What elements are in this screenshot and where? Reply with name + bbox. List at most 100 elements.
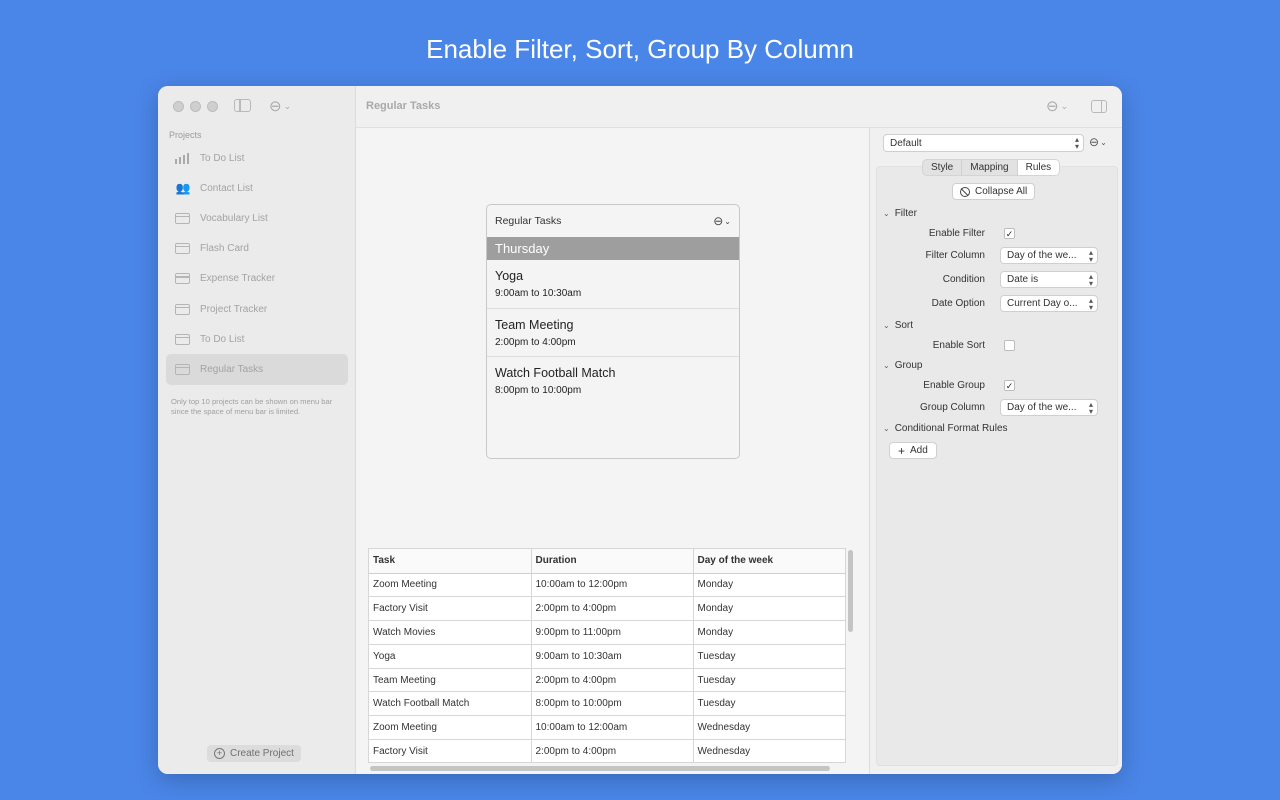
table-cell[interactable]: 10:00am to 12:00am	[531, 715, 694, 741]
table-row[interactable]: Factory Visit 2:00pm to 4:00pm Wednesday	[369, 739, 845, 762]
sidebar-item-regular-tasks[interactable]: Regular Tasks	[166, 354, 348, 385]
sidebar-item-expense-tracker[interactable]: Expense Tracker	[166, 264, 348, 294]
preview-item-time: 9:00am to 10:30am	[495, 288, 582, 299]
preview-more-menu[interactable]: ⊖ ⌄	[713, 214, 731, 228]
chevron-down-icon: ⌄	[883, 424, 890, 433]
preset-select[interactable]: Default ▴ ▾	[883, 134, 1084, 152]
table-cell[interactable]: 2:00pm to 4:00pm	[531, 668, 694, 693]
table-row[interactable]: Team Meeting 2:00pm to 4:00pm Tuesday	[369, 668, 845, 693]
sort-section-header[interactable]: ⌄ Sort	[883, 320, 913, 331]
table-vertical-scrollbar[interactable]	[848, 550, 853, 632]
table-cell[interactable]: 2:00pm to 4:00pm	[531, 739, 694, 762]
table-cell[interactable]: Watch Movies	[369, 620, 532, 645]
table-cell[interactable]: Wednesday	[693, 739, 845, 762]
collapse-icon	[960, 186, 970, 197]
table-cell[interactable]: Factory Visit	[369, 596, 532, 622]
folder-icon	[174, 303, 190, 316]
table-cell[interactable]: Tuesday	[693, 668, 845, 693]
minimize-window-button[interactable]	[190, 101, 201, 112]
zoom-window-button[interactable]	[207, 101, 218, 112]
folder-icon	[174, 272, 190, 285]
condition-label: Condition	[942, 274, 985, 285]
tab-mapping[interactable]: Mapping	[962, 160, 1018, 175]
sidebar-item-label: Contact List	[200, 182, 253, 194]
table-row[interactable]: Zoom Meeting 10:00am to 12:00am Wednesday	[369, 715, 845, 741]
table-cell[interactable]: Wednesday	[693, 715, 845, 741]
preview-item[interactable]: Yoga 9:00am to 10:30am	[487, 260, 739, 309]
table-row[interactable]: Yoga 9:00am to 10:30am Tuesday	[369, 644, 845, 669]
enable-filter-checkbox[interactable]: ✓	[1004, 228, 1015, 239]
sidebar-item-flash-card[interactable]: Flash Card	[166, 234, 348, 264]
filter-column-select[interactable]: Day of the we... ▴ ▾	[1000, 247, 1098, 264]
folder-icon	[174, 333, 190, 346]
tab-rules[interactable]: Rules	[1017, 160, 1060, 175]
table-cell[interactable]: Monday	[693, 573, 845, 598]
date-option-select[interactable]: Current Day o... ▴ ▾	[1000, 295, 1098, 312]
preview-item[interactable]: Team Meeting 2:00pm to 4:00pm	[487, 309, 739, 357]
sidebar-toggle-icon[interactable]	[234, 99, 251, 112]
table-cell[interactable]: Yoga	[369, 644, 532, 669]
inspector-toggle-icon[interactable]	[1091, 100, 1107, 113]
preset-select-value: Default	[890, 137, 922, 149]
group-column-value: Day of the we...	[1007, 402, 1077, 413]
table-cell[interactable]: Zoom Meeting	[369, 573, 532, 598]
group-section-header[interactable]: ⌄ Group	[883, 360, 923, 371]
headline: Enable Filter, Sort, Group By Column	[426, 34, 854, 64]
table-cell[interactable]: Zoom Meeting	[369, 715, 532, 741]
collapse-all-button[interactable]: Collapse All	[952, 183, 1036, 200]
sidebar-item-contact-list[interactable]: 👥 Contact List	[166, 173, 348, 203]
table-row[interactable]: Watch Football Match 8:00pm to 10:00pm Tue…	[369, 691, 845, 717]
date-option-value: Current Day o...	[1007, 298, 1078, 309]
updown-chevron-icon: ▴ ▾	[1088, 272, 1093, 288]
preview-item[interactable]: Watch Football Match 8:00pm to 10:00pm	[487, 357, 739, 406]
column-header-duration[interactable]: Duration	[531, 549, 694, 574]
column-header-task[interactable]: Task	[369, 549, 532, 574]
sidebar-item-label: Expense Tracker	[200, 273, 276, 285]
sidebar-item-to-do-list-2[interactable]: To Do List	[166, 324, 348, 354]
table-cell[interactable]: Factory Visit	[369, 739, 532, 762]
table-cell[interactable]: 9:00am to 10:30am	[531, 644, 694, 669]
toolbar-more-menu[interactable]: ⊖ ⌄	[1046, 97, 1068, 115]
inspector-more-menu[interactable]: ⊖ ⌄	[1089, 135, 1107, 149]
date-option-label: Date Option	[931, 298, 985, 309]
project-list: To Do List 👥 Contact List Vocabulary Lis…	[166, 143, 348, 385]
table-cell[interactable]: Monday	[693, 596, 845, 622]
condition-select[interactable]: Date is ▴ ▾	[1000, 271, 1098, 288]
bar-chart-icon	[174, 152, 190, 165]
table-cell[interactable]: 2:00pm to 4:00pm	[531, 596, 694, 622]
sidebar-more-menu[interactable]: ⊖ ⌄	[269, 97, 291, 115]
table-row[interactable]: Watch Movies 9:00pm to 11:00pm Monday	[369, 620, 845, 645]
sidebar-item-project-tracker[interactable]: Project Tracker	[166, 294, 348, 324]
preview-title: Regular Tasks	[495, 215, 562, 227]
sidebar-item-to-do-list[interactable]: To Do List	[166, 143, 348, 173]
table-horizontal-scrollbar[interactable]	[370, 766, 830, 771]
sidebar-item-vocabulary-list[interactable]: Vocabulary List	[166, 203, 348, 233]
column-header-day[interactable]: Day of the week	[693, 549, 845, 574]
table-row[interactable]: Zoom Meeting 10:00am to 12:00pm Monday	[369, 573, 845, 598]
table-cell[interactable]: Tuesday	[693, 691, 845, 717]
table-cell[interactable]: 9:00pm to 11:00pm	[531, 620, 694, 645]
add-rule-button[interactable]: + Add	[889, 442, 937, 459]
table-row[interactable]: Factory Visit 2:00pm to 4:00pm Monday	[369, 596, 845, 622]
ellipsis-circle-icon: ⊖	[269, 98, 282, 115]
filter-section-header[interactable]: ⌄ Filter	[883, 208, 917, 219]
table-cell[interactable]: Tuesday	[693, 644, 845, 669]
create-project-button[interactable]: + Create Project	[207, 745, 301, 762]
table-cell[interactable]: Team Meeting	[369, 668, 532, 693]
close-window-button[interactable]	[173, 101, 184, 112]
menu-preview-card: Regular Tasks ⊖ ⌄ Thursday Yoga 9:00am to…	[486, 204, 740, 459]
ellipsis-circle-icon: ⊖	[713, 214, 724, 228]
table-cell[interactable]: Monday	[693, 620, 845, 645]
table-cell[interactable]: 10:00am to 12:00pm	[531, 573, 694, 598]
enable-group-checkbox[interactable]: ✓	[1004, 380, 1015, 391]
filter-section-label: Filter	[894, 208, 917, 219]
chevron-down-icon: ⌄	[724, 216, 731, 226]
chevron-down-icon: ⌄	[883, 209, 890, 218]
tab-style[interactable]: Style	[923, 160, 963, 175]
add-rule-label: Add	[910, 445, 928, 456]
enable-sort-checkbox[interactable]	[1004, 340, 1015, 351]
table-cell[interactable]: Watch Football Match	[369, 691, 532, 717]
conditional-format-section-header[interactable]: ⌄ Conditional Format Rules	[883, 423, 1008, 434]
table-cell[interactable]: 8:00pm to 10:00pm	[531, 691, 694, 717]
group-column-select[interactable]: Day of the we... ▴ ▾	[1000, 399, 1098, 416]
